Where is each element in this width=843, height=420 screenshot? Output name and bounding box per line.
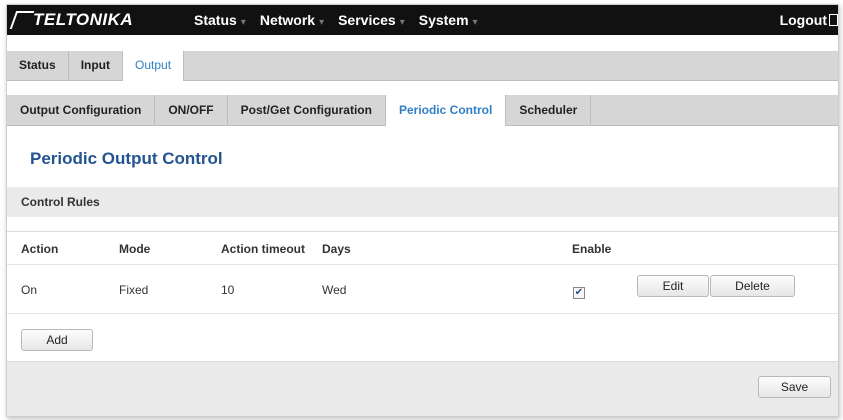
tab-input[interactable]: Input xyxy=(69,51,124,80)
tab-status[interactable]: Status xyxy=(7,51,69,80)
top-navbar: TELTONIKA Status ▾ Network ▾ Services ▾ Sys… xyxy=(7,5,838,35)
logout-label: Logout xyxy=(779,12,827,28)
column-header-action-timeout: Action timeout xyxy=(221,242,305,256)
brand-name: TELTONIKA xyxy=(33,10,134,29)
section-title: Control Rules xyxy=(21,195,100,209)
column-header-mode: Mode xyxy=(119,242,151,256)
table-header-row: Action Mode Action timeout Days Enable xyxy=(7,232,838,265)
delete-button[interactable]: Delete xyxy=(710,275,795,297)
logout-link[interactable]: Logout xyxy=(780,5,838,35)
teltonika-logo-icon xyxy=(9,11,35,29)
main-menu: Status ▾ Network ▾ Services ▾ System ▾ xyxy=(187,5,485,35)
column-header-days: Days xyxy=(322,242,351,256)
cell-action-timeout: 10 xyxy=(221,283,235,297)
tab-output-configuration[interactable]: Output Configuration xyxy=(7,95,156,125)
footer-bar: Save xyxy=(7,361,838,416)
column-header-action: Action xyxy=(21,242,59,256)
cell-action: On xyxy=(21,283,38,297)
nav-network[interactable]: Network ▾ xyxy=(253,5,331,35)
tab-periodic-control[interactable]: Periodic Control xyxy=(385,95,507,126)
nav-services[interactable]: Services ▾ xyxy=(331,5,412,35)
rules-table: Action Mode Action timeout Days Enable O… xyxy=(7,231,838,314)
secondary-tabs: Output Configuration ON/OFF Post/Get Con… xyxy=(7,95,838,126)
tab-output[interactable]: Output xyxy=(123,51,185,81)
primary-tabs: Status Input Output xyxy=(7,51,838,81)
column-header-enable: Enable xyxy=(572,242,612,256)
nav-system-label: System xyxy=(418,12,469,28)
nav-status[interactable]: Status ▾ xyxy=(187,5,253,35)
page-title: Periodic Output Control xyxy=(30,149,223,168)
save-button[interactable]: Save xyxy=(758,376,831,398)
cell-days: Wed xyxy=(322,283,347,297)
nav-services-label: Services xyxy=(338,12,396,28)
enable-checkbox[interactable]: ✔ xyxy=(573,287,585,299)
nav-status-label: Status xyxy=(194,12,237,28)
tab-scheduler[interactable]: Scheduler xyxy=(506,95,592,125)
app-window: TELTONIKA Status ▾ Network ▾ Services ▾ Sys… xyxy=(6,4,839,417)
nav-system[interactable]: System ▾ xyxy=(412,5,485,35)
section-header: Control Rules xyxy=(7,187,838,217)
nav-network-label: Network xyxy=(259,12,316,28)
chevron-down-icon: ▾ xyxy=(399,17,405,28)
tab-post-get-configuration[interactable]: Post/Get Configuration xyxy=(228,95,386,125)
tab-on-off[interactable]: ON/OFF xyxy=(155,95,228,125)
chevron-down-icon: ▾ xyxy=(319,17,325,28)
table-row: On Fixed 10 Wed ✔ Edit Delete xyxy=(7,265,838,314)
cell-mode: Fixed xyxy=(119,283,149,297)
brand-logo[interactable]: TELTONIKA xyxy=(9,9,134,31)
edit-button[interactable]: Edit xyxy=(637,275,709,297)
add-button[interactable]: Add xyxy=(21,329,93,351)
chevron-down-icon: ▾ xyxy=(472,17,478,28)
chevron-down-icon: ▾ xyxy=(240,17,246,28)
logout-icon xyxy=(829,14,838,26)
